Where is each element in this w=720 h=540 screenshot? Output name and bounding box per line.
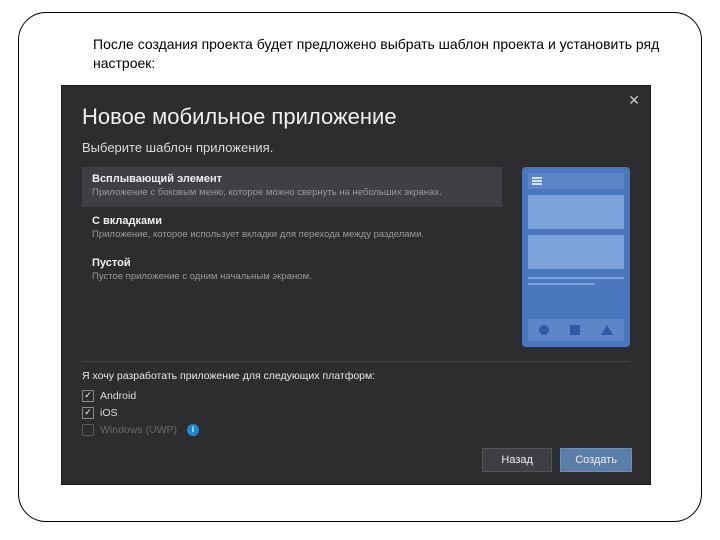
checkbox-icon: [82, 424, 94, 436]
template-name: С вкладками: [92, 215, 492, 227]
circle-icon: [539, 325, 549, 335]
slide-frame: После создания проекта будет предложено …: [18, 12, 702, 522]
platform-windows-uwp: Windows (UWP) i: [82, 424, 630, 436]
template-desc: Пустое приложение с одним начальным экра…: [92, 271, 492, 283]
template-tabbed[interactable]: С вкладками Приложение, которое использу…: [82, 209, 502, 249]
checkbox-icon: ✓: [82, 390, 94, 402]
dialog-title: Новое мобильное приложение: [62, 86, 650, 136]
create-button[interactable]: Создать: [560, 448, 632, 472]
hamburger-icon: [532, 177, 542, 185]
divider: [82, 361, 630, 362]
dialog-footer: Назад Создать: [482, 448, 632, 472]
platform-ios[interactable]: ✓ iOS: [82, 407, 630, 419]
template-desc: Приложение с боковым меню, которое можно…: [92, 187, 492, 199]
dialog-subtitle: Выберите шаблон приложения.: [62, 136, 650, 167]
platform-android[interactable]: ✓ Android: [82, 390, 630, 402]
new-mobile-app-dialog: ✕ Новое мобильное приложение Выберите ша…: [61, 85, 651, 485]
triangle-icon: [601, 325, 613, 335]
template-desc: Приложение, которое использует вкладки д…: [92, 229, 492, 241]
template-name: Всплывающий элемент: [92, 173, 492, 185]
platform-name: Windows (UWP): [100, 424, 177, 436]
platforms-label: Я хочу разработать приложение для следую…: [82, 370, 630, 382]
preview-card: [528, 235, 624, 269]
template-preview: [522, 167, 630, 347]
preview-card: [528, 195, 624, 229]
preview-lines: [528, 277, 624, 285]
back-button[interactable]: Назад: [482, 448, 552, 472]
close-button[interactable]: ✕: [628, 92, 640, 109]
preview-navbar: [528, 319, 624, 341]
preview-topbar: [528, 173, 624, 189]
template-name: Пустой: [92, 257, 492, 269]
checkbox-icon: ✓: [82, 407, 94, 419]
template-flyout[interactable]: Всплывающий элемент Приложение с боковым…: [82, 167, 502, 207]
platform-name: Android: [100, 390, 136, 402]
template-blank[interactable]: Пустой Пустое приложение с одним начальн…: [82, 251, 502, 291]
platform-name: iOS: [100, 407, 118, 419]
platforms-section: Я хочу разработать приложение для следую…: [62, 370, 650, 436]
slide-caption: После создания проекта будет предложено …: [93, 35, 669, 73]
square-icon: [570, 325, 580, 335]
template-list: Всплывающий элемент Приложение с боковым…: [82, 167, 502, 347]
info-icon[interactable]: i: [187, 424, 199, 436]
